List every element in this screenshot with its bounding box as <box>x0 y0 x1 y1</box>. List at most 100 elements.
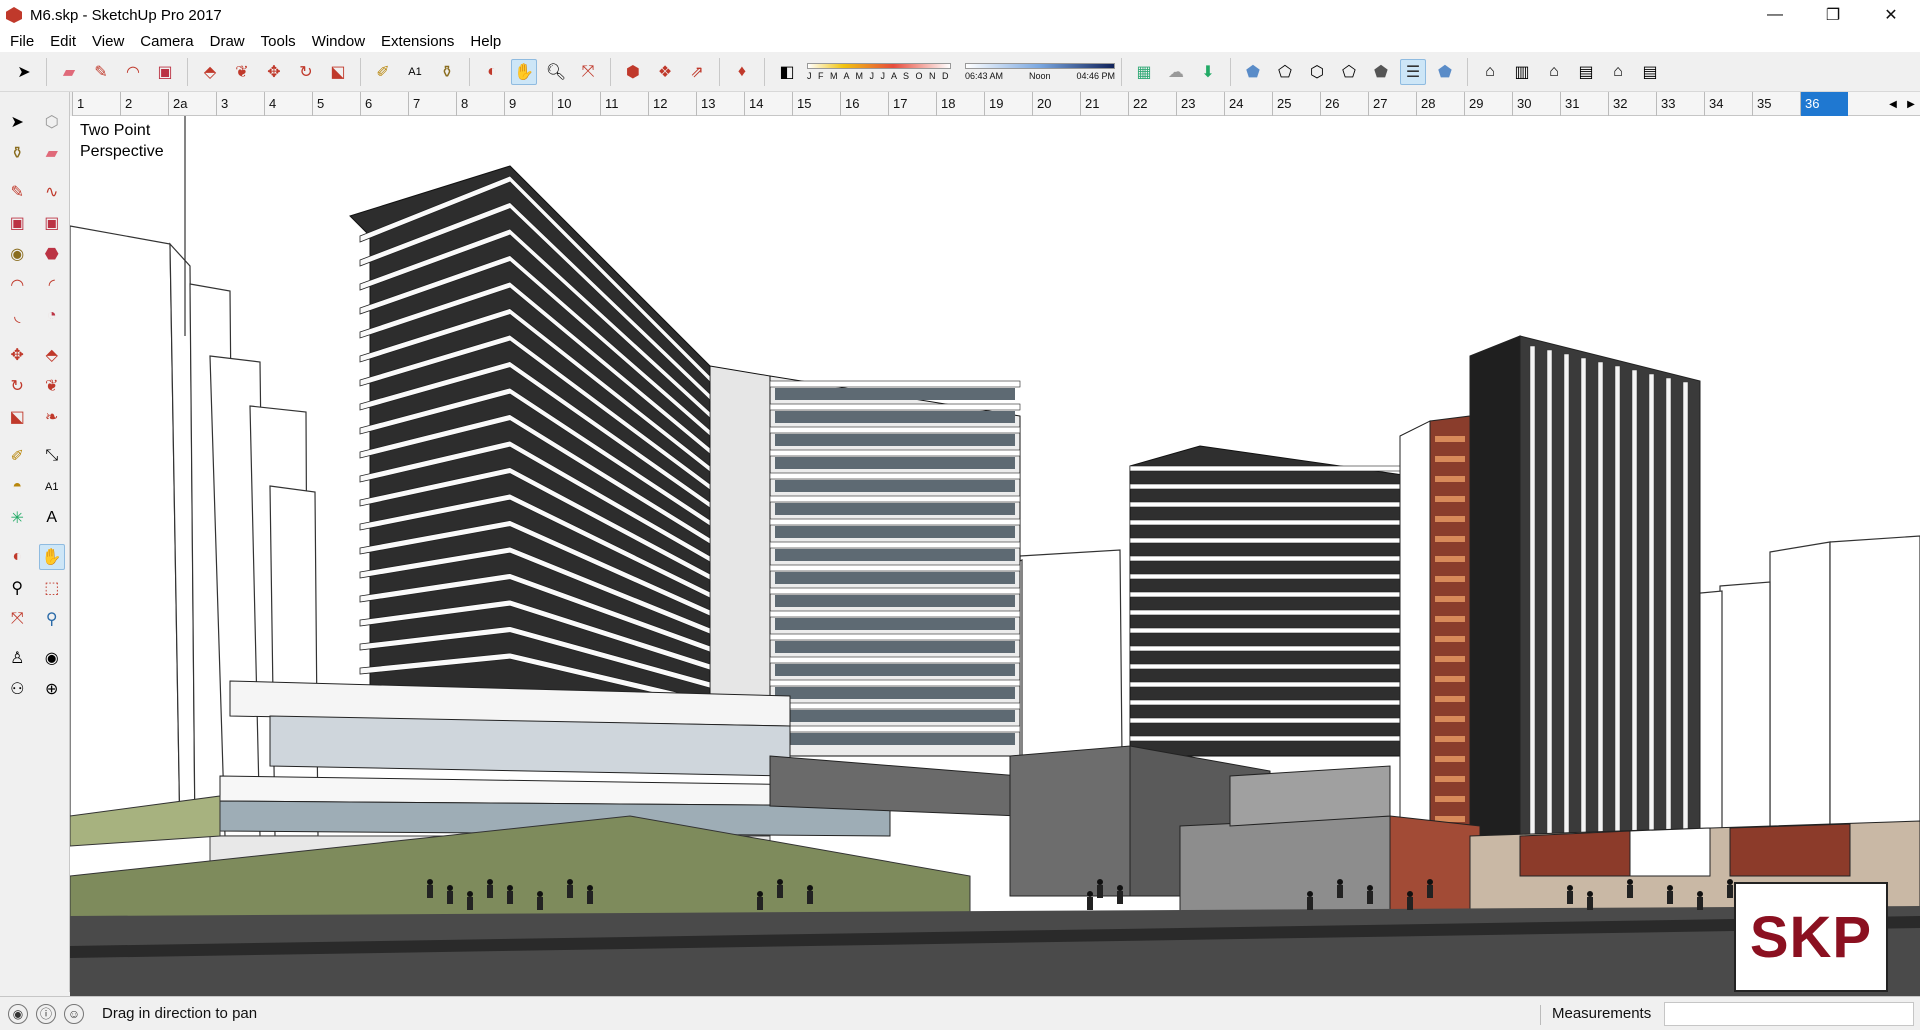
make-component-button[interactable]: ⬡ <box>39 109 65 135</box>
credits-info-icon[interactable]: ⓘ <box>36 1003 56 1024</box>
push-pull-button[interactable]: ⬘ <box>39 342 65 368</box>
scene-tab-2a[interactable]: 2a <box>168 91 216 116</box>
rectangle-tool-button[interactable]: ▣ <box>4 210 30 236</box>
extension-warehouse-button[interactable]: ❖ <box>652 59 678 85</box>
scene-tab-27[interactable]: 27 <box>1368 91 1416 116</box>
scene-nav-right-icon[interactable]: ▶ <box>1907 99 1915 110</box>
3d-text-button[interactable]: A <box>39 505 65 531</box>
monochrome-button[interactable]: ⬟ <box>1432 59 1458 85</box>
3d-warehouse-button[interactable]: ⬢ <box>620 59 646 85</box>
follow-me-button[interactable]: ❦ <box>39 373 65 399</box>
scene-tab-30[interactable]: 30 <box>1512 91 1560 116</box>
scene-nav-left-icon[interactable]: ◀ <box>1889 99 1897 110</box>
pan-button[interactable]: ✋ <box>511 58 537 85</box>
hidden-line-button[interactable]: ⬠ <box>1336 59 1362 85</box>
front-view-button[interactable]: ⌂ <box>1541 59 1567 85</box>
menu-help[interactable]: Help <box>462 33 509 50</box>
eraser-tool-button[interactable]: ▰ <box>39 140 65 166</box>
walk-tool-button[interactable]: ⚇ <box>4 676 30 702</box>
zoom-extents-button[interactable]: ⤧ <box>575 59 601 85</box>
zoom-extents-button[interactable]: ⤧ <box>4 606 30 632</box>
menu-draw[interactable]: Draw <box>202 33 253 50</box>
display-shadows-button[interactable]: ◧ <box>774 59 800 85</box>
menu-edit[interactable]: Edit <box>42 33 84 50</box>
menu-file[interactable]: File <box>2 33 42 50</box>
axes-tool-button[interactable]: ✳ <box>4 505 30 531</box>
position-camera-button[interactable]: ♙ <box>4 645 30 671</box>
protractor-button[interactable]: ◓ <box>4 474 30 500</box>
date-slider-track[interactable] <box>807 62 951 69</box>
rectangle-tool-button[interactable]: ▣ <box>152 59 178 85</box>
scene-tab-5[interactable]: 5 <box>312 91 360 116</box>
menu-extensions[interactable]: Extensions <box>373 33 462 50</box>
scene-tab-21[interactable]: 21 <box>1080 91 1128 116</box>
shaded-textures-button[interactable]: ☰ <box>1400 58 1426 85</box>
pie-tool-button[interactable]: ◔ <box>39 303 65 329</box>
scene-tab-6[interactable]: 6 <box>360 91 408 116</box>
3d-viewport[interactable]: Two Point Perspective SKP <box>70 116 1920 996</box>
right-view-button[interactable]: ▤ <box>1573 59 1599 85</box>
left-view-button[interactable]: ▤ <box>1637 59 1663 85</box>
push-pull-button[interactable]: ⬘ <box>197 59 223 85</box>
shadow-date-slider[interactable]: J F M A M J J A S O N D <box>807 62 951 81</box>
select-tool-button[interactable]: ➤ <box>11 59 37 85</box>
offset-tool-button[interactable]: ❧ <box>39 404 65 430</box>
xray-style-button[interactable]: ⬟ <box>1240 59 1266 85</box>
terrain-toggle-button[interactable]: ☁ <box>1163 59 1189 85</box>
extension-manager-button[interactable]: ♦ <box>729 59 755 85</box>
menu-tools[interactable]: Tools <box>253 33 304 50</box>
layout-send-button[interactable]: ⇗ <box>684 59 710 85</box>
line-tool-button[interactable]: ✎ <box>88 59 114 85</box>
tape-measure-button[interactable]: ✐ <box>370 59 396 85</box>
rotated-rectangle-button[interactable]: ▣ <box>39 210 65 236</box>
shaded-button[interactable]: ⬟ <box>1368 59 1394 85</box>
scene-tab-14[interactable]: 14 <box>744 91 792 116</box>
tape-measure-button[interactable]: ✐ <box>4 443 30 469</box>
line-tool-button[interactable]: ✎ <box>4 179 30 205</box>
scale-tool-button[interactable]: ⬕ <box>325 59 351 85</box>
orbit-button[interactable]: ◐ <box>479 59 505 85</box>
look-around-button[interactable]: ◉ <box>39 645 65 671</box>
scene-tab-25[interactable]: 25 <box>1272 91 1320 116</box>
scene-tab-11[interactable]: 11 <box>600 91 648 116</box>
scene-tab-36[interactable]: 36 <box>1800 91 1848 116</box>
move-tool-button[interactable]: ✥ <box>4 342 30 368</box>
orbit-button[interactable]: ◐ <box>4 544 30 570</box>
close-button[interactable]: ✕ <box>1862 0 1920 30</box>
arc-tool-button[interactable]: ◠ <box>4 272 30 298</box>
scene-tab-18[interactable]: 18 <box>936 91 984 116</box>
scene-tab-15[interactable]: 15 <box>792 91 840 116</box>
freehand-tool-button[interactable]: ∿ <box>39 179 65 205</box>
restore-button[interactable]: ❐ <box>1804 0 1862 30</box>
eraser-tool-button[interactable]: ▰ <box>56 59 82 85</box>
menu-camera[interactable]: Camera <box>132 33 201 50</box>
back-view-button[interactable]: ⌂ <box>1605 59 1631 85</box>
measurements-input[interactable] <box>1664 1002 1914 1026</box>
menu-window[interactable]: Window <box>304 33 373 50</box>
scale-tool-button[interactable]: ⬕ <box>4 404 30 430</box>
zoom-button[interactable]: ⚲ <box>4 575 30 601</box>
zoom-button[interactable]: 🔍︎ <box>543 59 569 85</box>
scene-tab-17[interactable]: 17 <box>888 91 936 116</box>
iso-view-button[interactable]: ⌂ <box>1477 59 1503 85</box>
scene-tab-8[interactable]: 8 <box>456 91 504 116</box>
dimension-tool-button[interactable]: ⤡ <box>39 443 65 469</box>
scene-tab-4[interactable]: 4 <box>264 91 312 116</box>
photo-texture-button[interactable]: ⬇ <box>1195 59 1221 85</box>
previous-view-button[interactable]: ⚲ <box>39 606 65 632</box>
scene-tab-34[interactable]: 34 <box>1704 91 1752 116</box>
scene-tab-1[interactable]: 1 <box>72 91 120 116</box>
scene-tab-32[interactable]: 32 <box>1608 91 1656 116</box>
scene-tab-12[interactable]: 12 <box>648 91 696 116</box>
scene-tab-35[interactable]: 35 <box>1752 91 1800 116</box>
rotate-tool-button[interactable]: ↻ <box>4 373 30 399</box>
text-tool-button[interactable]: A1 <box>39 474 65 500</box>
text-tool-button[interactable]: A1 <box>402 59 428 85</box>
scene-tab-16[interactable]: 16 <box>840 91 888 116</box>
scene-tab-3[interactable]: 3 <box>216 91 264 116</box>
follow-me-button[interactable]: ❦ <box>229 59 255 85</box>
arc-tool-button[interactable]: ◠ <box>120 59 146 85</box>
scene-tab-23[interactable]: 23 <box>1176 91 1224 116</box>
rotate-tool-button[interactable]: ↻ <box>293 59 319 85</box>
scene-tab-10[interactable]: 10 <box>552 91 600 116</box>
